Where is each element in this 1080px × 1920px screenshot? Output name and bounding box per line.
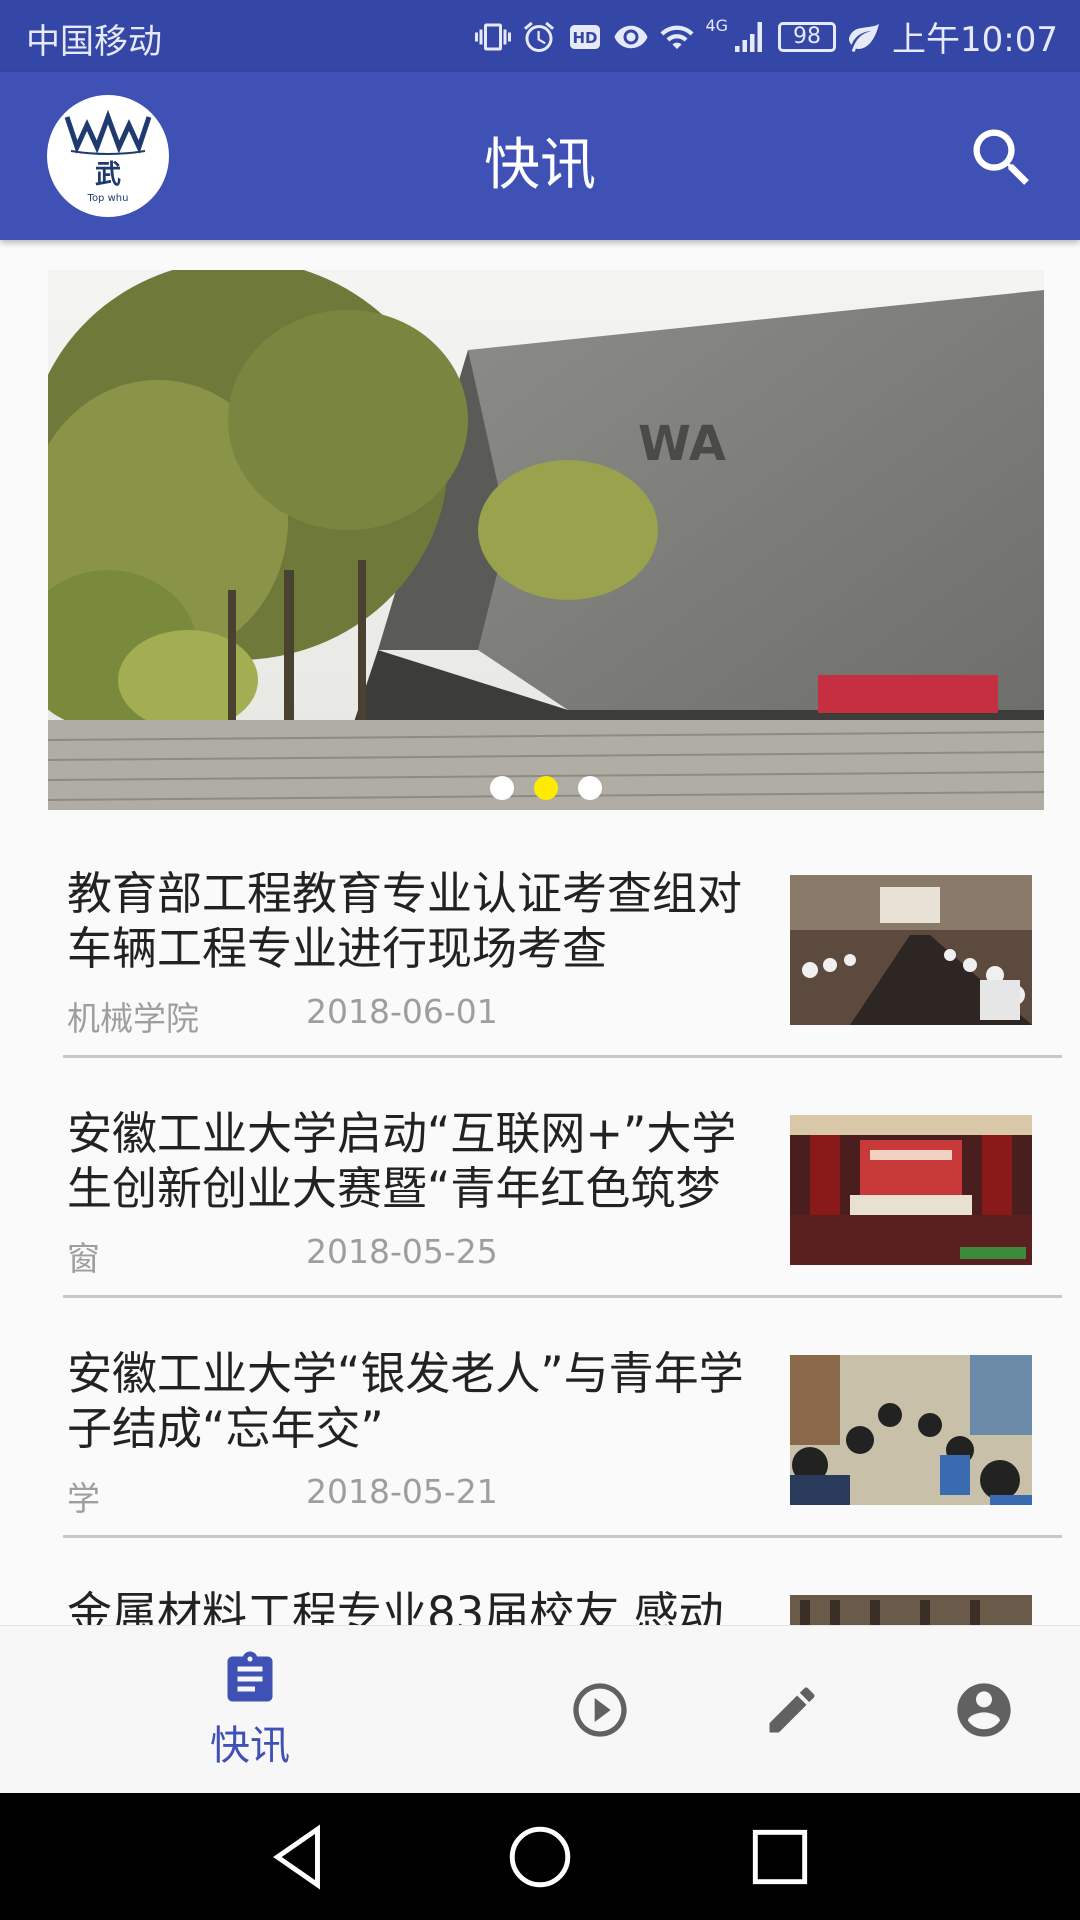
nav-tab-profile[interactable] — [944, 1626, 1024, 1794]
network-type: 4G — [705, 16, 729, 35]
news-source: 窗 — [67, 1239, 100, 1278]
news-item[interactable]: 教育部工程教育专业认证考查组对车辆工程专业进行现场考查 机械学院 2018-06… — [0, 840, 1080, 1080]
news-thumbnail — [790, 875, 1032, 1025]
news-date: 2018-05-25 — [306, 1232, 498, 1271]
news-source: 学 — [67, 1479, 100, 1518]
battery-level: 98 — [778, 21, 837, 52]
banner-carousel[interactable]: WA — [48, 270, 1044, 810]
pencil-icon — [769, 1687, 815, 1733]
status-icons: HD 4G 98 上午10:07 — [475, 12, 1058, 61]
news-list[interactable]: 教育部工程教育专业认证考查组对车辆工程专业进行现场考查 机械学院 2018-06… — [0, 840, 1080, 1625]
svg-text:WA: WA — [638, 416, 726, 472]
alarm-icon — [524, 21, 555, 52]
svg-text:HD: HD — [573, 29, 598, 47]
back-icon[interactable] — [262, 1820, 336, 1894]
signal-icon — [735, 21, 763, 52]
wifi-icon — [660, 25, 694, 49]
news-date: 2018-05-21 — [306, 1472, 498, 1511]
nav-tab-video[interactable] — [560, 1626, 640, 1794]
hd-icon: HD — [570, 24, 601, 49]
clock: 上午10:07 — [892, 20, 1058, 60]
divider — [63, 1535, 1062, 1538]
divider — [63, 1295, 1062, 1298]
news-thumbnail — [790, 1595, 1032, 1625]
carousel-dot[interactable] — [490, 776, 514, 800]
recents-icon[interactable] — [743, 1820, 817, 1894]
divider — [63, 1055, 1062, 1058]
news-source: 机械学院 — [67, 999, 199, 1038]
news-item[interactable]: 安徽工业大学启动“互联网+”大学生创新创业大赛暨“青年红色筑梦 窗 2018-0… — [0, 1080, 1080, 1320]
news-item[interactable]: 金属材料工程专业83届校友 感动 — [0, 1560, 1080, 1625]
carousel-dot[interactable] — [578, 776, 602, 800]
nav-tab-label: 快讯 — [210, 1723, 290, 1769]
nav-tab-news[interactable]: 快讯 — [200, 1626, 300, 1794]
status-bar: 中国移动 HD 4G 98 上午10:07 — [0, 0, 1080, 72]
news-title: 安徽工业大学“银发老人”与青年学子结成“忘年交” — [67, 1347, 744, 1455]
news-title: 安徽工业大学启动“互联网+”大学生创新创业大赛暨“青年红色筑梦 — [67, 1107, 737, 1215]
news-thumbnail — [790, 1355, 1032, 1505]
play-circle-icon — [573, 1683, 627, 1737]
page-title: 快讯 — [484, 133, 596, 198]
bottom-navigation: 快讯 — [0, 1625, 1080, 1793]
vibrate-icon — [475, 23, 512, 50]
account-circle-icon — [957, 1683, 1011, 1737]
eye-icon — [614, 25, 648, 48]
news-title: 金属材料工程专业83届校友 感动 — [67, 1587, 724, 1625]
carousel-dot-active[interactable] — [534, 776, 558, 800]
leaf-icon — [849, 23, 880, 52]
banner-image: WA — [48, 270, 1044, 810]
clipboard-icon — [227, 1651, 273, 1702]
news-date: 2018-06-01 — [306, 992, 498, 1031]
news-thumbnail — [790, 1115, 1032, 1265]
system-navigation-bar — [0, 1793, 1080, 1920]
carousel-indicator — [48, 776, 1044, 800]
nav-tab-write[interactable] — [752, 1626, 832, 1794]
news-title: 教育部工程教育专业认证考查组对车辆工程专业进行现场考查 — [67, 867, 743, 975]
news-item[interactable]: 安徽工业大学“银发老人”与青年学子结成“忘年交” 学 2018-05-21 — [0, 1320, 1080, 1560]
app-bar: 武 Top whu 快讯 — [0, 72, 1080, 240]
carrier-name: 中国移动 — [26, 22, 162, 62]
search-icon[interactable] — [964, 120, 1040, 196]
home-icon[interactable] — [503, 1820, 577, 1894]
